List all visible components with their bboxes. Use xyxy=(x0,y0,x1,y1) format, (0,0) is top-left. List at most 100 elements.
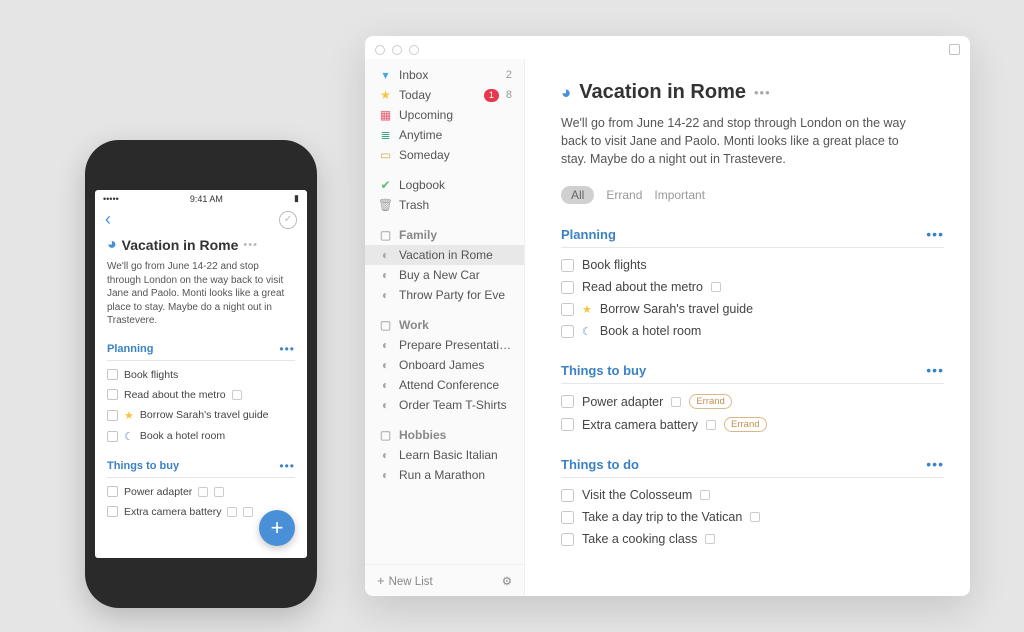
traffic-close-icon[interactable] xyxy=(375,45,385,55)
project-notes[interactable]: We'll go from June 14-22 and stop throug… xyxy=(561,114,921,168)
sidebar-item-label: Order Team T-Shirts xyxy=(399,398,512,412)
task-checkbox[interactable] xyxy=(561,303,574,316)
task-row[interactable]: Power adapterErrand xyxy=(561,390,944,413)
project-progress-icon: ◐ xyxy=(379,469,392,482)
back-chevron-icon[interactable]: ‹ xyxy=(105,209,111,230)
sidebar-area-heading[interactable]: ▢Hobbies xyxy=(365,425,524,445)
sidebar-area-heading[interactable]: ▢Family xyxy=(365,225,524,245)
task-row[interactable]: Visit the Colosseum xyxy=(561,484,944,506)
settings-sliders-icon[interactable]: ⚙ xyxy=(502,574,512,588)
task-row[interactable]: Book flights xyxy=(107,365,295,385)
sidebar-project[interactable]: ◐Buy a New Car xyxy=(365,265,524,285)
sidebar-project[interactable]: ◐Vacation in Rome xyxy=(365,245,524,265)
phone-section-more-icon[interactable]: ••• xyxy=(279,342,295,356)
phone-section-more-icon[interactable]: ••• xyxy=(279,459,295,473)
task-row[interactable]: Read about the metro xyxy=(561,276,944,298)
sidebar-item-label: Someday xyxy=(399,148,512,162)
task-checkbox[interactable] xyxy=(107,389,118,400)
filter-important[interactable]: Important xyxy=(654,188,705,202)
sidebar-item-today[interactable]: ★Today18 xyxy=(365,85,524,105)
task-checkbox[interactable] xyxy=(107,410,118,421)
traffic-minimize-icon[interactable] xyxy=(392,45,402,55)
task-row[interactable]: Book flights xyxy=(561,254,944,276)
sidebar-item-upcoming[interactable]: ▦Upcoming xyxy=(365,105,524,125)
sidebar-project[interactable]: ◐Throw Party for Eve xyxy=(365,285,524,305)
filter-all[interactable]: All xyxy=(561,186,594,204)
task-tag[interactable]: Errand xyxy=(724,417,767,432)
section-more-icon[interactable]: ••• xyxy=(926,456,944,472)
sidebar-area-heading[interactable]: ▢Work xyxy=(365,315,524,335)
section-heading[interactable]: Things to buy ••• xyxy=(561,362,944,384)
desktop-body: ▾Inbox2★Today18▦Upcoming≣Anytime▭Someday… xyxy=(365,59,970,596)
task-title: Take a cooking class xyxy=(582,532,697,546)
today-icon: ★ xyxy=(379,89,392,102)
title-more-icon[interactable]: ••• xyxy=(754,85,771,100)
task-row[interactable]: ★Borrow Sarah's travel guide xyxy=(107,405,295,426)
section-heading[interactable]: Planning••• xyxy=(561,226,944,248)
section-more-icon[interactable]: ••• xyxy=(926,226,944,242)
task-checkbox[interactable] xyxy=(561,259,574,272)
phone-title-row: ◕ Vacation in Rome ••• xyxy=(107,236,295,254)
project-title[interactable]: Vacation in Rome xyxy=(579,81,746,104)
phone-section-heading[interactable]: Things to buy••• xyxy=(107,459,295,478)
project-progress-icon: ◐ xyxy=(379,449,392,462)
sidebar-item-label: Learn Basic Italian xyxy=(399,448,512,462)
phone-section-heading[interactable]: Planning ••• xyxy=(107,342,295,361)
sidebar-item-label: Onboard James xyxy=(399,358,512,372)
task-row[interactable]: Read about the metro xyxy=(107,385,295,405)
phone-section-title: Planning xyxy=(107,343,153,355)
sidebar-item-label: Logbook xyxy=(399,178,512,192)
section-heading[interactable]: Things to do••• xyxy=(561,456,944,478)
task-checkbox[interactable] xyxy=(561,511,574,524)
sidebar-item-trash[interactable]: 🗑Trash xyxy=(365,195,524,215)
task-checkbox[interactable] xyxy=(107,431,118,442)
task-row[interactable]: ★Borrow Sarah's travel guide xyxy=(561,298,944,320)
sidebar-count: 2 xyxy=(506,69,512,81)
sidebar-item-someday[interactable]: ▭Someday xyxy=(365,145,524,165)
task-row[interactable]: Take a cooking class xyxy=(561,528,944,550)
new-list-button[interactable]: +New List xyxy=(377,573,433,588)
desktop-window: ▾Inbox2★Today18▦Upcoming≣Anytime▭Someday… xyxy=(365,36,970,596)
task-checkbox[interactable] xyxy=(561,489,574,502)
sidebar-item-logbook[interactable]: ✔Logbook xyxy=(365,175,524,195)
sidebar-project[interactable]: ◐ Learn Basic Italian xyxy=(365,445,524,465)
task-checkbox[interactable] xyxy=(561,395,574,408)
fullscreen-icon[interactable] xyxy=(949,44,960,55)
sidebar-item-anytime[interactable]: ≣Anytime xyxy=(365,125,524,145)
task-checkbox[interactable] xyxy=(107,486,118,497)
checklist-icon xyxy=(243,507,253,517)
phone-title-more-icon[interactable]: ••• xyxy=(243,239,258,251)
sidebar-project[interactable]: ◐Onboard James xyxy=(365,355,524,375)
tag-filters: All Errand Important xyxy=(561,186,944,204)
task-checkbox[interactable] xyxy=(107,506,118,517)
complete-circle-icon[interactable]: ✓ xyxy=(279,211,297,229)
sidebar-project[interactable]: ◐Run a Marathon xyxy=(365,465,524,485)
anytime-icon: ≣ xyxy=(379,129,392,142)
sidebar-project[interactable]: ◐Prepare Presentation xyxy=(365,335,524,355)
phone-status-bar: ••••• 9:41 AM ▮ xyxy=(95,190,307,207)
filter-errand[interactable]: Errand xyxy=(606,188,642,202)
task-row[interactable]: Power adapter xyxy=(107,482,295,502)
section-more-icon[interactable]: ••• xyxy=(926,362,944,378)
task-row[interactable]: ☾Book a hotel room xyxy=(561,320,944,342)
sidebar-project[interactable]: ◐Order Team T-Shirts xyxy=(365,395,524,415)
traffic-zoom-icon[interactable] xyxy=(409,45,419,55)
phone-project-notes[interactable]: We'll go from June 14-22 and stop throug… xyxy=(107,260,295,328)
task-checkbox[interactable] xyxy=(107,369,118,380)
sidebar-item-inbox[interactable]: ▾Inbox2 xyxy=(365,65,524,85)
section: Things to do•••Visit the ColosseumTake a… xyxy=(561,456,944,550)
checklist-icon xyxy=(706,420,716,430)
task-row[interactable]: Take a day trip to the Vatican xyxy=(561,506,944,528)
task-checkbox[interactable] xyxy=(561,418,574,431)
task-checkbox[interactable] xyxy=(561,325,574,338)
section-title: Things to buy xyxy=(561,363,646,378)
task-checkbox[interactable] xyxy=(561,533,574,546)
phone-add-button[interactable]: + xyxy=(259,510,295,546)
task-tag[interactable]: Errand xyxy=(689,394,732,409)
area-name: Family xyxy=(399,228,437,242)
task-checkbox[interactable] xyxy=(561,281,574,294)
project-progress-icon: ◐ xyxy=(379,379,392,392)
task-row[interactable]: Extra camera batteryErrand xyxy=(561,413,944,436)
task-row[interactable]: ☾Book a hotel room xyxy=(107,426,295,447)
sidebar-project[interactable]: ◐Attend Conference xyxy=(365,375,524,395)
